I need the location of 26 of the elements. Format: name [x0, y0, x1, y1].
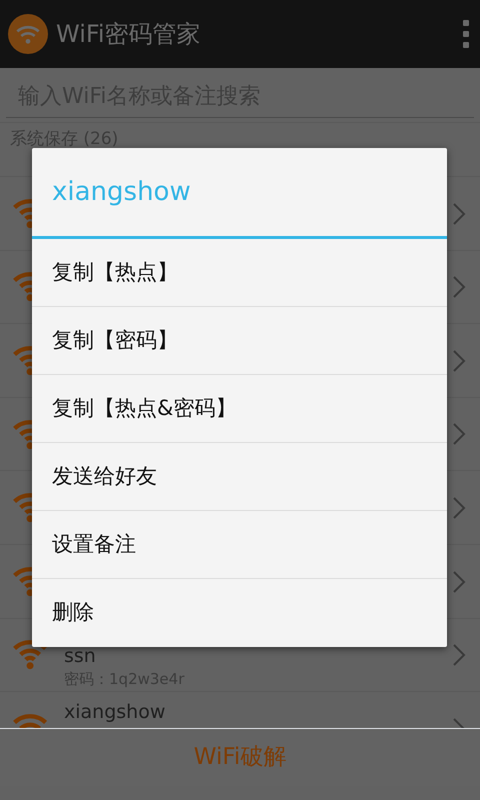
menu-item[interactable]: 发送给好友: [32, 443, 447, 511]
chevron-right-icon: [452, 496, 466, 520]
menu-item[interactable]: 复制【热点】: [32, 239, 447, 307]
network-name: xiangshow: [64, 701, 166, 724]
network-name: ssn: [64, 644, 97, 668]
wifi-icon: [12, 418, 32, 450]
menu-item[interactable]: 复制【热点&密码】: [32, 375, 447, 443]
chevron-right-icon: [452, 570, 466, 594]
overflow-menu-icon[interactable]: [462, 19, 470, 49]
chevron-right-icon: [452, 422, 466, 446]
wifi-icon: [12, 492, 32, 524]
wifi-icon: [12, 639, 48, 670]
chevron-right-icon: [452, 643, 466, 668]
chevron-right-icon: [452, 202, 466, 226]
wifi-icon: [12, 271, 32, 302]
wifi-icon: [12, 566, 32, 597]
app-title: WiFi密码管家: [56, 19, 202, 50]
menu-item[interactable]: 设置备注: [32, 511, 447, 579]
wifi-icon: [12, 344, 32, 376]
app-logo: [8, 14, 48, 54]
chevron-right-icon: [452, 275, 466, 300]
dialog-title: xiangshow: [52, 176, 191, 208]
wifi-icon: [12, 198, 32, 229]
chevron-right-icon: [452, 348, 466, 373]
menu-item[interactable]: 复制【密码】: [32, 307, 447, 375]
menu-item[interactable]: 删除: [32, 579, 447, 647]
